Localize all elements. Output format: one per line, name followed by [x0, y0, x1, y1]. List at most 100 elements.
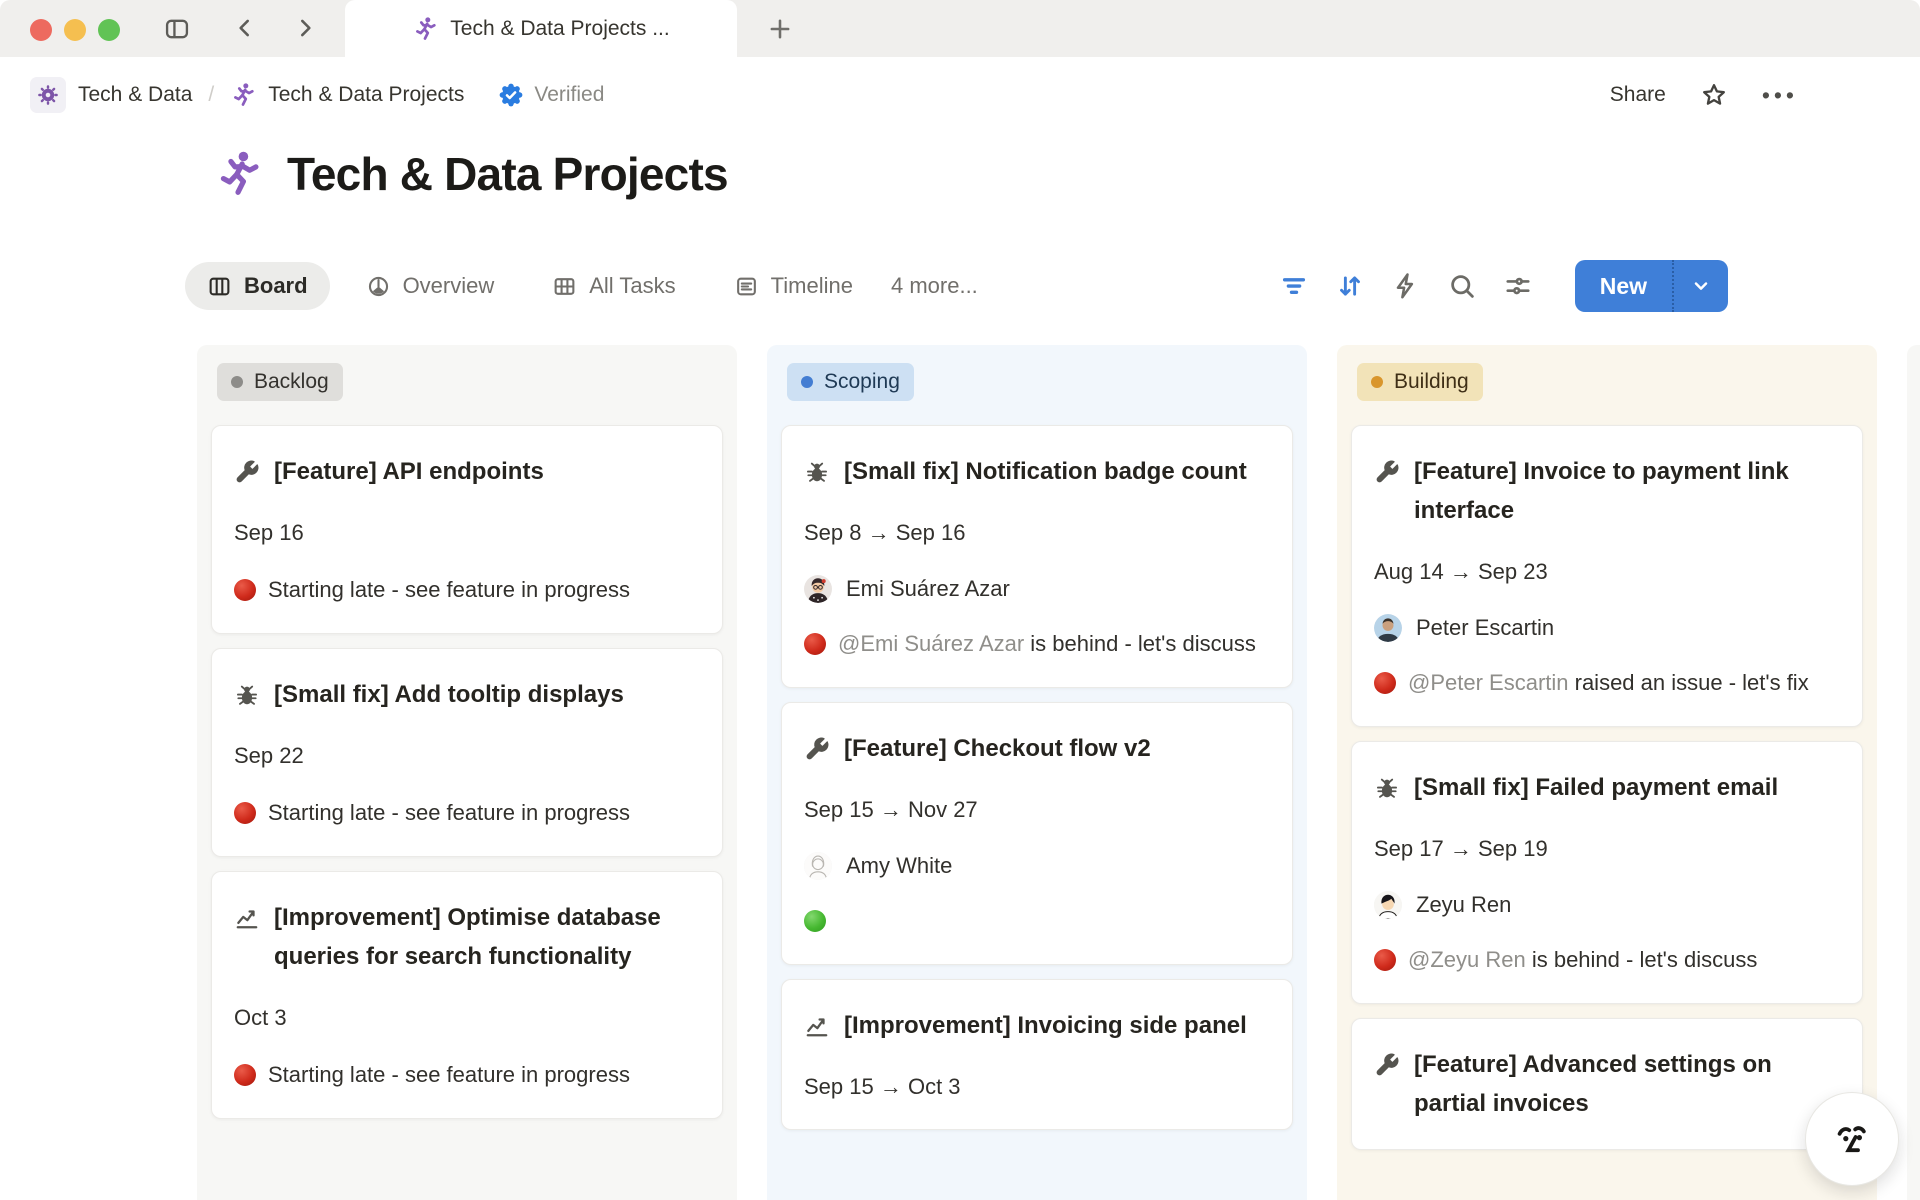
task-card[interactable]: [Improvement] Invoicing side panel Sep 1… — [781, 979, 1293, 1130]
card-title: [Small fix] Add tooltip displays — [274, 675, 624, 714]
task-card[interactable]: [Feature] Checkout flow v2 Sep 15 → Nov … — [781, 702, 1293, 965]
card-assignee: Amy White — [804, 852, 1270, 880]
column-name: Scoping — [824, 370, 900, 394]
forward-icon[interactable] — [292, 15, 318, 41]
card-date: Sep 16 — [234, 517, 700, 549]
breadcrumb: Tech & Data / Tech & Data Projects Verif… — [30, 77, 604, 113]
column-name: Backlog — [254, 370, 329, 394]
view-tabs: Board Overview All Tasks Timeline — [185, 262, 875, 310]
status-mention: @Peter Escartin — [1408, 670, 1575, 695]
close-window-button[interactable] — [30, 19, 52, 41]
browser-tab[interactable]: Tech & Data Projects ... — [345, 0, 737, 57]
runner-icon — [412, 16, 438, 42]
star-icon[interactable] — [1700, 81, 1728, 109]
task-card[interactable]: [Feature] API endpoints Sep 16 Starting … — [211, 425, 723, 634]
tab-all-tasks[interactable]: All Tasks — [530, 262, 697, 310]
new-button[interactable]: New — [1575, 260, 1672, 312]
bug-icon — [1374, 775, 1400, 801]
task-card[interactable]: [Small fix] Add tooltip displays Sep 22 … — [211, 648, 723, 857]
kanban-board: Backlog [Feature] API endpoints Sep 16 S… — [0, 345, 1920, 1200]
bug-icon — [234, 682, 260, 708]
red-status-dot — [804, 633, 826, 655]
page-title[interactable]: Tech & Data Projects — [287, 147, 728, 201]
chevron-down-icon — [1690, 275, 1712, 297]
new-button-group: New — [1575, 260, 1728, 312]
toggle-sidebar-icon[interactable] — [163, 15, 191, 43]
task-card[interactable]: [Small fix] Failed payment email Sep 17 … — [1351, 741, 1863, 1004]
sort-icon[interactable] — [1335, 271, 1365, 301]
breadcrumb-workspace[interactable]: Tech & Data — [30, 77, 192, 113]
ellipsis-icon[interactable]: ••• — [1762, 82, 1798, 109]
verified-label: Verified — [534, 83, 604, 107]
tab-label: Board — [244, 273, 308, 299]
wrench-icon — [804, 736, 830, 762]
timeline-icon — [734, 274, 759, 299]
red-status-dot — [1374, 672, 1396, 694]
amy-avatar — [804, 852, 832, 880]
tab-label: Timeline — [771, 273, 853, 299]
tab-overview[interactable]: Overview — [344, 262, 517, 310]
notion-ai-button[interactable] — [1805, 1092, 1899, 1186]
status-mention: @Zeyu Ren — [1408, 947, 1532, 972]
card-assignee: Zeyu Ren — [1374, 891, 1840, 919]
status-text: Starting late - see feature in progress — [268, 800, 630, 825]
lightning-icon[interactable] — [1391, 271, 1421, 301]
column-header-scoping[interactable]: Scoping — [787, 363, 914, 401]
board-column-backlog: Backlog [Feature] API endpoints Sep 16 S… — [197, 345, 737, 1200]
tab-label: All Tasks — [589, 273, 675, 299]
chart-icon — [804, 1013, 830, 1039]
task-card[interactable]: [Small fix] Notification badge count Sep… — [781, 425, 1293, 688]
top-actions: Share ••• — [1610, 81, 1798, 109]
runner-icon — [230, 82, 256, 108]
more-views-button[interactable]: 4 more... — [891, 273, 978, 299]
card-status: @Peter Escartin raised an issue - let's … — [1374, 666, 1840, 700]
page-label: Tech & Data Projects — [268, 83, 464, 107]
card-title: [Feature] Invoice to payment link interf… — [1414, 452, 1840, 530]
share-button[interactable]: Share — [1610, 83, 1666, 107]
card-title: [Improvement] Invoicing side panel — [844, 1006, 1247, 1045]
peter-avatar — [1374, 614, 1402, 642]
status-text: is behind - let's discuss — [1532, 947, 1758, 972]
page-title-row: Tech & Data Projects — [0, 139, 1920, 209]
column-header-backlog[interactable]: Backlog — [217, 363, 343, 401]
column-header-building[interactable]: Building — [1357, 363, 1483, 401]
filter-icon[interactable] — [1279, 271, 1309, 301]
tab-timeline[interactable]: Timeline — [712, 262, 875, 310]
card-date: Aug 14 → Sep 23 — [1374, 556, 1840, 588]
card-date: Sep 8 → Sep 16 — [804, 517, 1270, 549]
sliders-icon[interactable] — [1503, 271, 1533, 301]
minimize-window-button[interactable] — [64, 19, 86, 41]
card-date: Sep 15 → Oct 3 — [804, 1071, 1270, 1103]
card-status — [804, 904, 1270, 938]
wrench-icon — [1374, 1052, 1400, 1078]
card-status: @Emi Suárez Azar is behind - let's discu… — [804, 627, 1270, 661]
chart-icon — [234, 905, 260, 931]
window-titlebar: Tech & Data Projects ... — [0, 0, 1920, 57]
breadcrumb-page[interactable]: Tech & Data Projects — [230, 82, 464, 108]
task-card[interactable]: [Improvement] Optimise database queries … — [211, 871, 723, 1119]
status-text: is behind - let's discuss — [1030, 631, 1256, 656]
red-status-dot — [234, 579, 256, 601]
gauge-icon — [366, 274, 391, 299]
verified-badge[interactable]: Verified — [498, 82, 604, 108]
task-card[interactable]: [Feature] Invoice to payment link interf… — [1351, 425, 1863, 727]
card-title: [Small fix] Notification badge count — [844, 452, 1247, 491]
search-icon[interactable] — [1447, 271, 1477, 301]
card-title: [Feature] Checkout flow v2 — [844, 729, 1151, 768]
new-dropdown-button[interactable] — [1672, 260, 1728, 312]
zoom-window-button[interactable] — [98, 19, 120, 41]
task-card[interactable]: [Feature] Advanced settings on partial i… — [1351, 1018, 1863, 1150]
views-row: Board Overview All Tasks Timeline 4 more… — [0, 260, 1920, 312]
red-status-dot — [234, 1064, 256, 1086]
workspace-label: Tech & Data — [78, 83, 192, 107]
new-tab-icon[interactable] — [766, 15, 794, 43]
tab-board[interactable]: Board — [185, 262, 330, 310]
back-icon[interactable] — [232, 15, 258, 41]
assignee-name: Emi Suárez Azar — [846, 576, 1010, 602]
verified-badge-icon — [498, 82, 524, 108]
wrench-icon — [1374, 459, 1400, 485]
status-dot — [1371, 376, 1383, 388]
ai-face-icon — [1828, 1115, 1876, 1163]
card-assignee: Emi Suárez Azar — [804, 575, 1270, 603]
board-column-building: Building [Feature] Invoice to payment li… — [1337, 345, 1877, 1200]
